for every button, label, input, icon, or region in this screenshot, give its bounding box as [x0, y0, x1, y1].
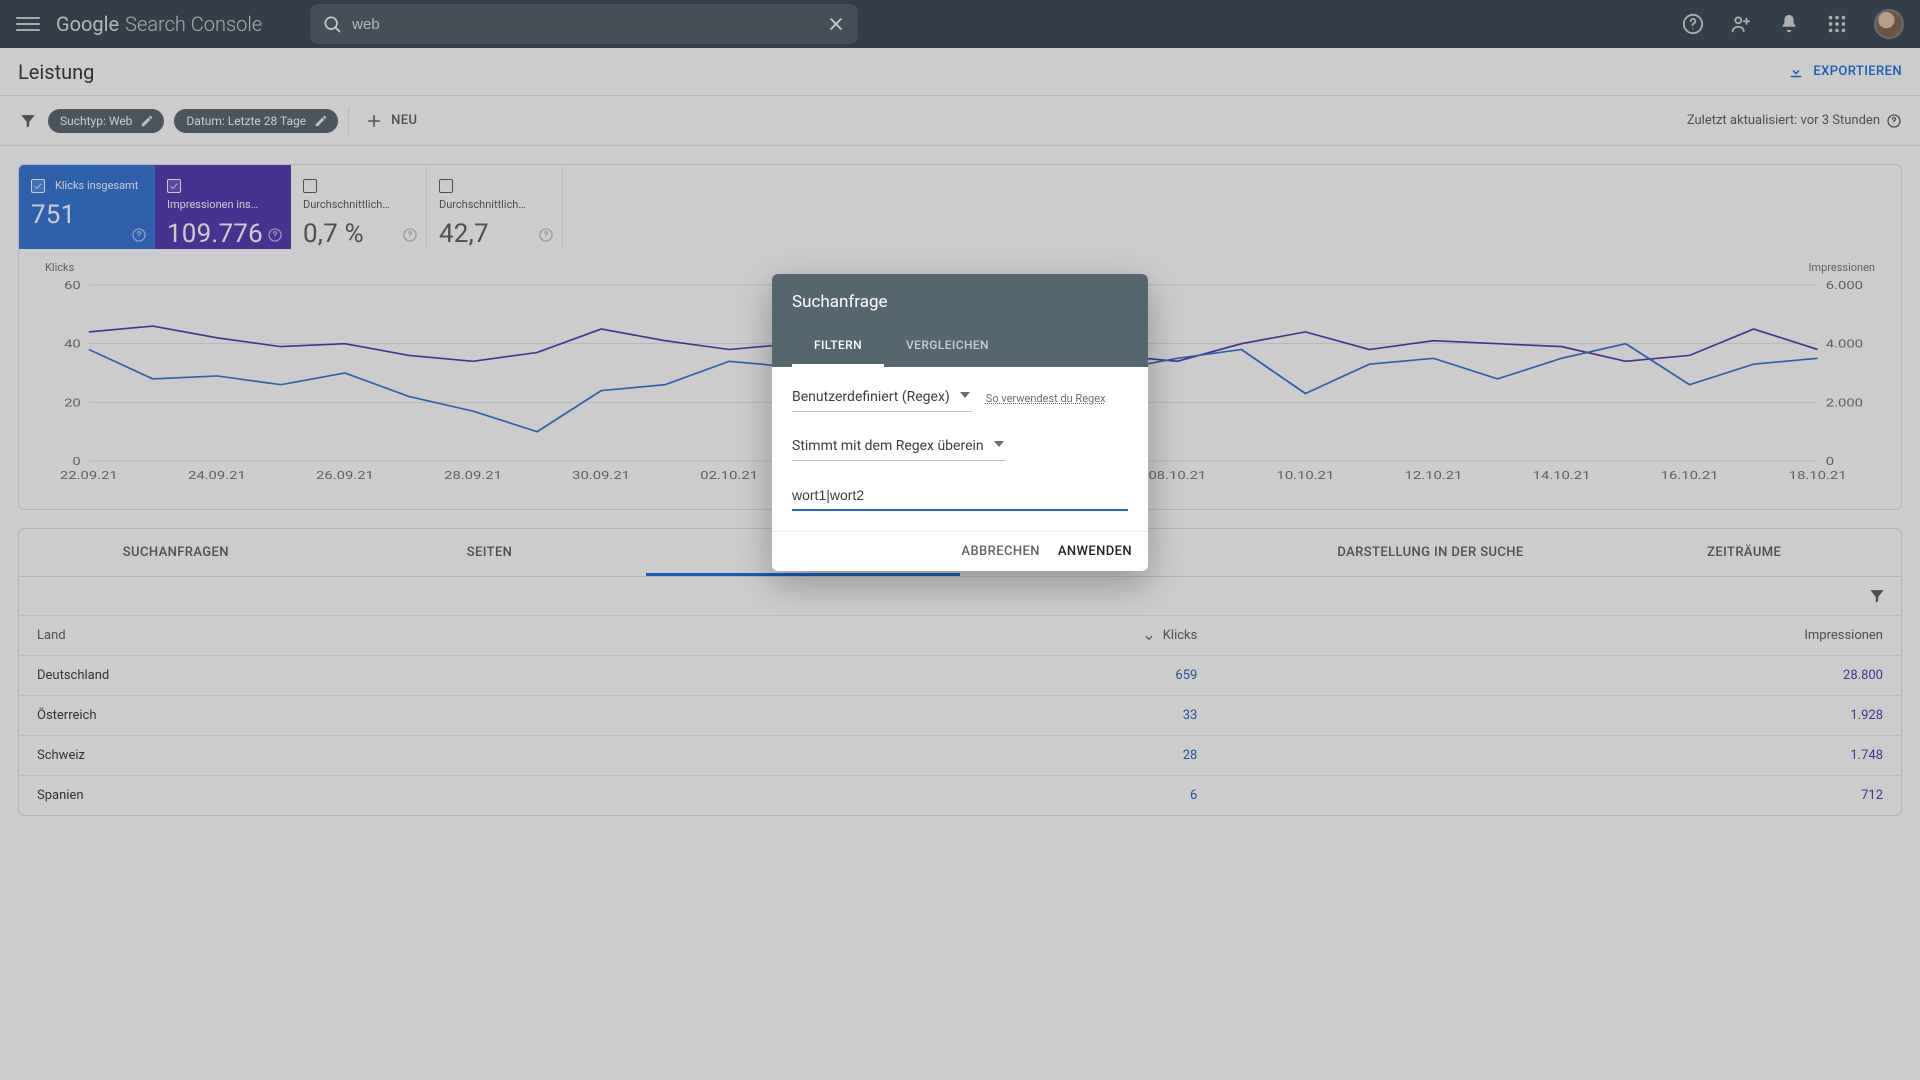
- select-match-mode-value: Stimmt mit dem Regex überein: [792, 438, 984, 454]
- row-match-mode: Stimmt mit dem Regex überein: [792, 434, 1128, 461]
- dialog-body: Benutzerdefiniert (Regex) So verwendest …: [772, 367, 1148, 531]
- dialog-tab-compare[interactable]: VERGLEICHEN: [884, 326, 1011, 367]
- row-regex-input: [792, 483, 1128, 511]
- chevron-down-icon: [994, 441, 1004, 447]
- regex-input[interactable]: [792, 483, 1128, 511]
- select-match-mode[interactable]: Stimmt mit dem Regex überein: [792, 434, 1006, 461]
- select-filter-mode[interactable]: Benutzerdefiniert (Regex): [792, 385, 972, 412]
- cancel-button[interactable]: ABBRECHEN: [961, 544, 1039, 559]
- dialog-tab-filter[interactable]: FILTERN: [792, 326, 884, 367]
- select-filter-mode-value: Benutzerdefiniert (Regex): [792, 389, 950, 405]
- regex-help-link[interactable]: So verwendest du Regex: [986, 392, 1106, 405]
- dialog-actions: ABBRECHEN ANWENDEN: [772, 531, 1148, 571]
- query-filter-dialog: Suchanfrage FILTERN VERGLEICHEN Benutzer…: [772, 274, 1148, 571]
- apply-button[interactable]: ANWENDEN: [1058, 544, 1132, 559]
- chevron-down-icon: [960, 392, 970, 398]
- dialog-tabs: FILTERN VERGLEICHEN: [792, 326, 1128, 367]
- app-root: Google Search Console Leistung EXPORTIER…: [0, 0, 1920, 1080]
- modal-overlay[interactable]: Suchanfrage FILTERN VERGLEICHEN Benutzer…: [0, 0, 1920, 1080]
- dialog-header: Suchanfrage FILTERN VERGLEICHEN: [772, 274, 1148, 367]
- row-filter-mode: Benutzerdefiniert (Regex) So verwendest …: [792, 385, 1128, 412]
- dialog-title: Suchanfrage: [792, 292, 1128, 312]
